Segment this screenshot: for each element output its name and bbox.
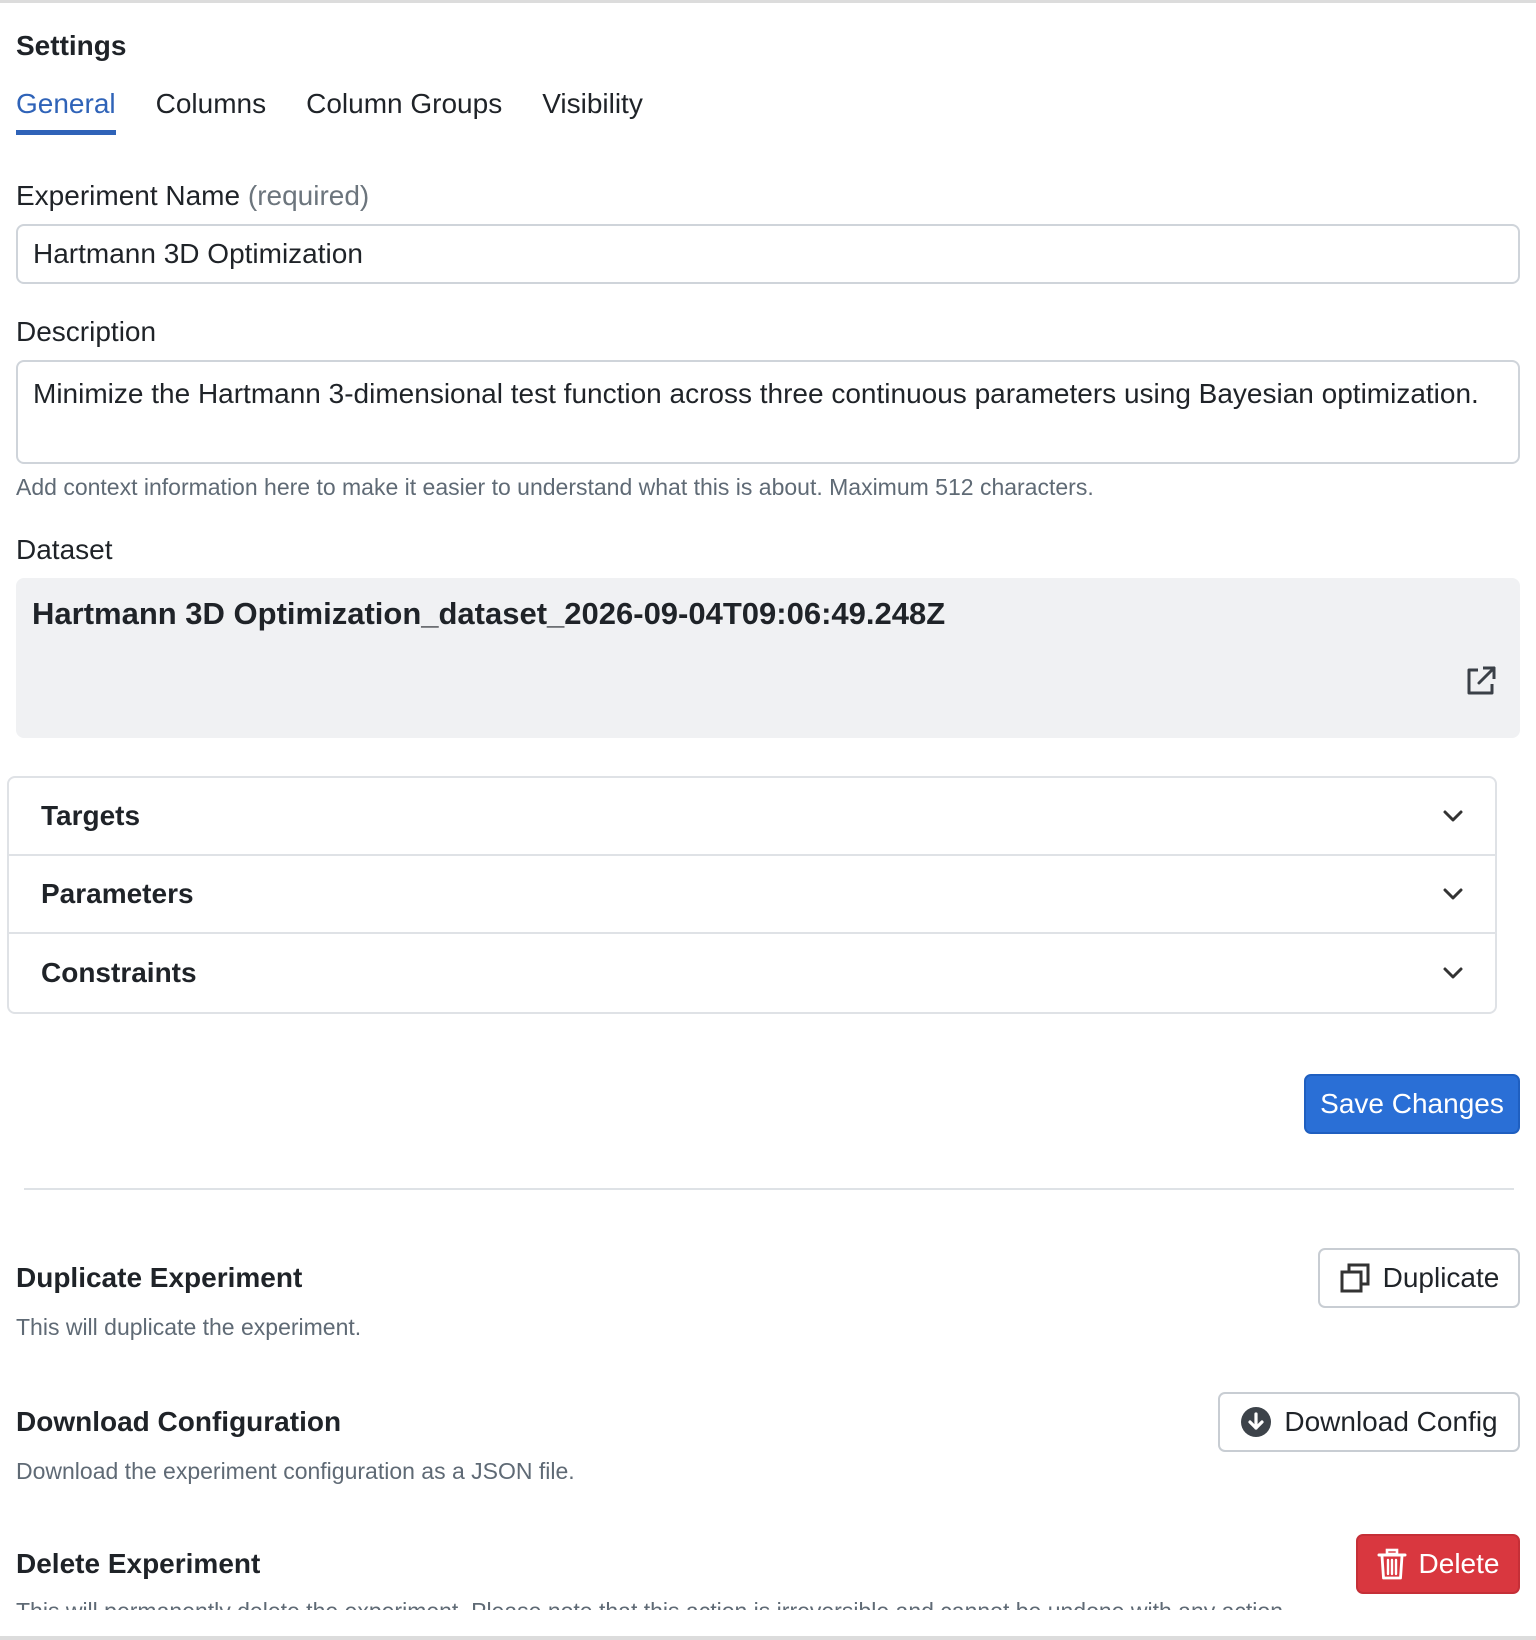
required-note: (required) [247, 180, 370, 211]
chevron-down-icon [1443, 810, 1463, 822]
download-section-desc: Download the experiment configuration as… [16, 1458, 575, 1484]
settings-accordion: Targets Parameters Constraints [7, 776, 1497, 1014]
description-help-text: Add context information here to make it … [16, 474, 1094, 500]
chevron-down-icon [1443, 967, 1463, 979]
tab-column-groups[interactable]: Column Groups [306, 88, 502, 135]
accordion-parameters[interactable]: Parameters [7, 854, 1497, 934]
section-divider [24, 1188, 1514, 1190]
delete-desc-clip: This will permanently delete the experim… [16, 1598, 1520, 1610]
accordion-title-constraints: Constraints [41, 957, 197, 988]
chevron-down-icon [1443, 888, 1463, 900]
experiment-name-label-text: Experiment Name [16, 180, 241, 211]
delete-button[interactable]: Delete [1356, 1534, 1520, 1594]
dataset-label: Dataset [16, 534, 113, 565]
accordion-title-targets: Targets [41, 800, 141, 831]
duplicate-button-label: Duplicate [1382, 1262, 1500, 1293]
bottom-border [0, 1636, 1536, 1640]
download-config-button[interactable]: Download Config [1218, 1392, 1520, 1452]
accordion-title-parameters: Parameters [41, 878, 194, 909]
download-config-button-label: Download Config [1284, 1406, 1498, 1437]
duplicate-button[interactable]: Duplicate [1318, 1248, 1520, 1308]
experiment-name-input[interactable]: Hartmann 3D Optimization [16, 224, 1520, 284]
accordion-constraints[interactable]: Constraints [7, 932, 1497, 1014]
experiment-name-label: Experiment Name (required) [16, 180, 369, 212]
delete-section-title: Delete Experiment [16, 1548, 261, 1579]
download-section-title: Download Configuration [16, 1406, 342, 1437]
tab-general[interactable]: General [16, 88, 116, 135]
trash-icon [1377, 1548, 1407, 1580]
settings-tabs: General Columns Column Groups Visibility [16, 88, 643, 135]
dataset-name: Hartmann 3D Optimization_dataset_2026-09… [32, 596, 946, 631]
dataset-card: Hartmann 3D Optimization_dataset_2026-09… [16, 578, 1520, 738]
duplicate-section-title: Duplicate Experiment [16, 1262, 303, 1293]
duplicate-section-desc: This will duplicate the experiment. [16, 1314, 362, 1340]
delete-section-desc: This will permanently delete the experim… [16, 1598, 1289, 1610]
page-title: Settings [16, 30, 127, 61]
save-changes-button[interactable]: Save Changes [1304, 1074, 1520, 1134]
tab-columns[interactable]: Columns [156, 88, 266, 135]
description-label: Description [16, 316, 157, 347]
description-textarea[interactable]: Minimize the Hartmann 3-dimensional test… [16, 360, 1520, 464]
tab-visibility[interactable]: Visibility [542, 88, 643, 135]
external-link-icon[interactable] [1464, 664, 1498, 698]
duplicate-icon [1340, 1263, 1370, 1293]
delete-button-label: Delete [1418, 1548, 1500, 1579]
accordion-targets[interactable]: Targets [7, 776, 1497, 856]
top-border [0, 0, 1536, 3]
download-icon [1241, 1407, 1272, 1437]
